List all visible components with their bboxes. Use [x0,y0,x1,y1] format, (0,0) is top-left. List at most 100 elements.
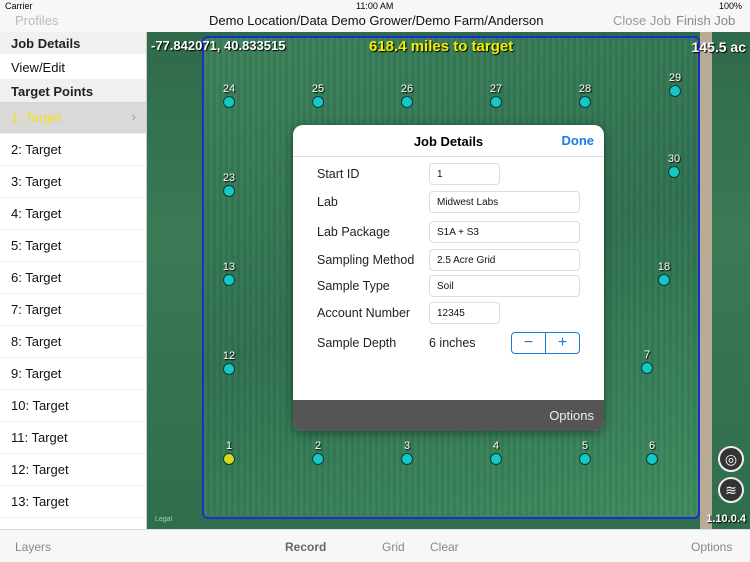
point-label: 12 [222,350,236,362]
target-item[interactable]: 4: Target [0,198,146,230]
target-point[interactable]: 29 [663,72,687,97]
point-marker-icon [223,274,235,286]
target-point[interactable]: 30 [662,153,686,178]
target-point[interactable]: 1 [217,440,241,465]
target-point[interactable]: 24 [217,83,241,108]
target-point[interactable]: 3 [395,440,419,465]
carrier: Carrier [5,1,33,11]
clear-button[interactable]: Clear [430,540,459,554]
sample-depth-value: 6 inches [429,336,476,350]
field-label: Lab Package [317,225,390,239]
layers-tab[interactable]: Layers [15,540,51,554]
point-marker-icon [490,96,502,108]
point-label: 3 [403,440,411,452]
coordinates-readout: -77.842071, 40.833515 [151,38,286,53]
sample-depth-stepper: − + [511,332,580,354]
sample-depth-label: Sample Depth [317,336,397,350]
target-point[interactable]: 28 [573,83,597,108]
point-label: 30 [667,153,681,165]
target-point[interactable]: 13 [217,261,241,286]
target-item[interactable]: 9: Target [0,358,146,390]
target-point[interactable]: 27 [484,83,508,108]
point-marker-icon [312,96,324,108]
decrement-button[interactable]: − [512,333,545,353]
dialog-options-button[interactable]: Options [549,408,594,423]
field-label: Account Number [317,306,411,320]
point-label: 6 [648,440,656,452]
target-point[interactable]: 26 [395,83,419,108]
finish-job-button[interactable]: Finish Job [676,13,735,28]
target-item[interactable]: 5: Target [0,230,146,262]
field-input[interactable]: 12345 [429,302,500,324]
point-marker-icon [668,166,680,178]
target-label: 12: Target [11,462,69,477]
target-item[interactable]: 11: Target [0,422,146,454]
point-marker-icon [223,96,235,108]
target-item[interactable]: 6: Target [0,262,146,294]
field-label: Lab [317,195,338,209]
nav-bar: Profiles Demo Location/Data Demo Grower/… [0,11,750,32]
grid-button[interactable]: Grid [382,540,405,554]
target-item[interactable]: 1: Target › [0,102,146,134]
target-label: 9: Target [11,366,62,381]
point-marker-icon [223,453,235,465]
target-label: 6: Target [11,270,62,285]
view-edit-item[interactable]: View/Edit [0,54,146,80]
point-label: 13 [222,261,236,273]
point-label: 2 [314,440,322,452]
target-point[interactable]: 2 [306,440,330,465]
sidebar: Job Details View/Edit Target Points 1: T… [0,32,147,529]
chevron-right-icon: › [131,109,136,124]
target-point[interactable]: 5 [573,440,597,465]
target-label: 2: Target [11,142,62,157]
target-item[interactable]: 2: Target [0,134,146,166]
increment-button[interactable]: + [545,333,579,353]
point-label: 29 [668,72,682,84]
point-label: 25 [311,83,325,95]
field-input[interactable]: S1A + S3 [429,221,580,243]
field-input[interactable]: Soil [429,275,580,297]
point-marker-icon [490,453,502,465]
legal-link[interactable]: Legal [155,516,172,523]
dialog-title: Job Details [413,134,484,149]
target-item[interactable]: 3: Target [0,166,146,198]
profiles-button[interactable]: Profiles [15,13,58,28]
field-input[interactable]: 2.5 Acre Grid [429,249,580,271]
point-marker-icon [401,453,413,465]
bottom-toolbar: Layers Record Grid Clear Options [0,529,750,562]
point-label: 28 [578,83,592,95]
close-job-button[interactable]: Close Job [613,13,671,28]
point-marker-icon [579,96,591,108]
target-point[interactable]: 23 [217,172,241,197]
road [700,32,712,529]
field-input[interactable]: 1 [429,163,500,185]
target-item[interactable]: 10: Target [0,390,146,422]
target-point[interactable]: 6 [640,440,664,465]
target-point[interactable]: 25 [306,83,330,108]
point-marker-icon [312,453,324,465]
layers-button[interactable]: ≋ [718,477,744,503]
done-button[interactable]: Done [562,133,595,148]
options-button[interactable]: Options [691,540,732,554]
target-label: 8: Target [11,334,62,349]
field-label: Sampling Method [317,253,415,267]
target-point[interactable]: 18 [652,261,676,286]
record-button[interactable]: Record [285,540,326,554]
job-details-dialog: Job Details Done Start ID 1 Lab Midwest Lab… [293,125,604,431]
target-point[interactable]: 12 [217,350,241,375]
target-item[interactable]: 14: Target [0,518,146,529]
target-point[interactable]: 7 [635,349,659,374]
field-input[interactable]: Midwest Labs [429,191,580,213]
target-item[interactable]: 7: Target [0,294,146,326]
compass-button[interactable]: ◎ [718,446,744,472]
point-marker-icon [658,274,670,286]
distance-to-target: 618.4 miles to target [369,38,514,55]
target-item[interactable]: 13: Target [0,486,146,518]
battery: 100% [718,1,742,11]
point-marker-icon [223,185,235,197]
target-label: 10: Target [11,398,69,413]
target-item[interactable]: 8: Target [0,326,146,358]
target-point[interactable]: 4 [484,440,508,465]
target-item[interactable]: 12: Target [0,454,146,486]
point-label: 23 [222,172,236,184]
